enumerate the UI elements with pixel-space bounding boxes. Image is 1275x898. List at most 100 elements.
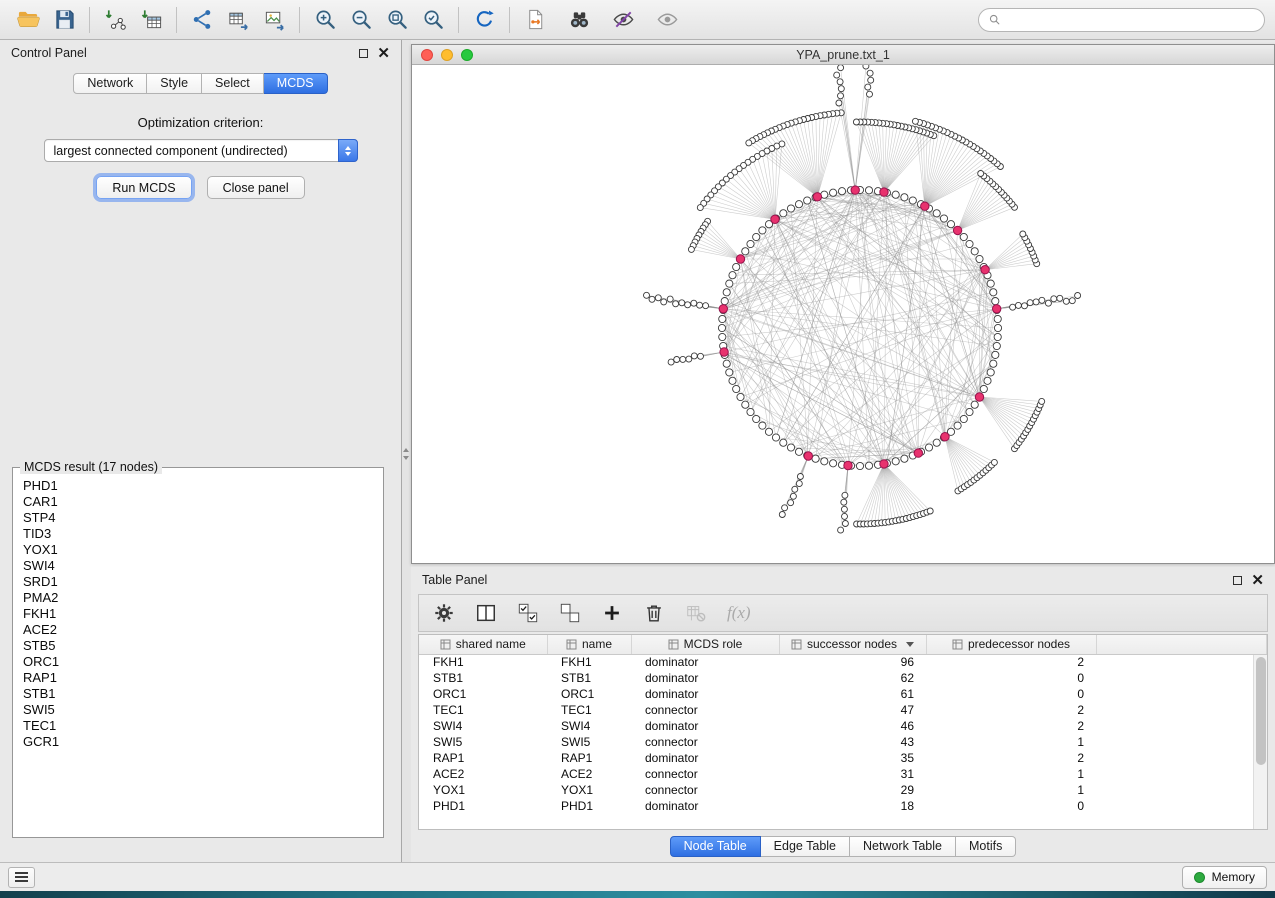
cell-filler[interactable]: [1096, 718, 1267, 734]
cell-shared-name[interactable]: SWI4: [419, 718, 547, 734]
cell-filler[interactable]: [1096, 654, 1267, 670]
mcds-result-item[interactable]: RAP1: [23, 670, 381, 686]
mcds-result-item[interactable]: FKH1: [23, 606, 381, 622]
table-row[interactable]: PHD1PHD1dominator180: [419, 798, 1267, 814]
cell-filler[interactable]: [1096, 734, 1267, 750]
cell-name[interactable]: ACE2: [547, 766, 631, 782]
tab-network-table[interactable]: Network Table: [850, 836, 956, 857]
tab-mcds[interactable]: MCDS: [264, 73, 328, 94]
cell-shared-name[interactable]: FKH1: [419, 654, 547, 670]
minimize-window-icon[interactable]: [441, 49, 453, 61]
mcds-result-item[interactable]: ACE2: [23, 622, 381, 638]
cell-successor-nodes[interactable]: 61: [779, 686, 926, 702]
cell-mcds-role[interactable]: dominator: [631, 718, 779, 734]
close-panel-action-button[interactable]: Close panel: [207, 176, 305, 199]
float-table-panel-button[interactable]: [1233, 576, 1242, 585]
cell-name[interactable]: PHD1: [547, 798, 631, 814]
deselect-all-rows-button[interactable]: [559, 602, 581, 624]
table-row[interactable]: STB1STB1dominator620: [419, 670, 1267, 686]
zoom-out-button[interactable]: [343, 4, 379, 36]
table-row[interactable]: ORC1ORC1dominator610: [419, 686, 1267, 702]
table-row[interactable]: SWI4SWI4dominator462: [419, 718, 1267, 734]
cell-mcds-role[interactable]: connector: [631, 734, 779, 750]
show-graphics-details-button[interactable]: [649, 4, 685, 36]
open-file-button[interactable]: [10, 4, 46, 36]
find-button[interactable]: [561, 4, 597, 36]
cell-filler[interactable]: [1096, 750, 1267, 766]
criterion-select[interactable]: largest connected component (undirected): [44, 139, 358, 162]
cell-successor-nodes[interactable]: 62: [779, 670, 926, 686]
network-window-titlebar[interactable]: YPA_prune.txt_1: [412, 45, 1274, 65]
tab-edge-table[interactable]: Edge Table: [761, 836, 850, 857]
cell-mcds-role[interactable]: dominator: [631, 686, 779, 702]
column-header-mcds-role[interactable]: MCDS role: [631, 635, 779, 654]
vertical-splitter[interactable]: [402, 40, 411, 862]
mcds-result-item[interactable]: CAR1: [23, 494, 381, 510]
show-columns-button[interactable]: [475, 602, 497, 624]
import-network-button[interactable]: [97, 4, 133, 36]
cell-filler[interactable]: [1096, 766, 1267, 782]
mcds-result-item[interactable]: STP4: [23, 510, 381, 526]
cell-successor-nodes[interactable]: 46: [779, 718, 926, 734]
cell-name[interactable]: ORC1: [547, 686, 631, 702]
status-menu-button[interactable]: [8, 867, 35, 888]
cell-mcds-role[interactable]: dominator: [631, 798, 779, 814]
cell-shared-name[interactable]: TEC1: [419, 702, 547, 718]
zoom-fit-button[interactable]: [379, 4, 415, 36]
zoom-in-button[interactable]: [307, 4, 343, 36]
table-row[interactable]: RAP1RAP1dominator352: [419, 750, 1267, 766]
cell-predecessor-nodes[interactable]: 1: [926, 766, 1096, 782]
search-field[interactable]: [978, 8, 1265, 32]
mcds-result-item[interactable]: PMA2: [23, 590, 381, 606]
mcds-result-item[interactable]: YOX1: [23, 542, 381, 558]
cell-mcds-role[interactable]: dominator: [631, 670, 779, 686]
export-image-button[interactable]: [256, 4, 292, 36]
close-panel-button[interactable]: ✕: [377, 49, 390, 58]
table-scrollbar[interactable]: [1253, 655, 1267, 829]
function-builder-button[interactable]: f(x): [727, 603, 751, 623]
maximize-window-icon[interactable]: [461, 49, 473, 61]
cell-name[interactable]: SWI5: [547, 734, 631, 750]
export-document-button[interactable]: [517, 4, 553, 36]
close-window-icon[interactable]: [421, 49, 433, 61]
cell-predecessor-nodes[interactable]: 0: [926, 686, 1096, 702]
mcds-result-list[interactable]: PHD1CAR1STP4TID3YOX1SWI4SRD1PMA2FKH1ACE2…: [23, 478, 381, 835]
save-session-button[interactable]: [46, 4, 82, 36]
cell-shared-name[interactable]: STB1: [419, 670, 547, 686]
cell-successor-nodes[interactable]: 96: [779, 654, 926, 670]
search-input[interactable]: [1006, 13, 1255, 27]
cell-filler[interactable]: [1096, 686, 1267, 702]
cell-name[interactable]: TEC1: [547, 702, 631, 718]
cell-filler[interactable]: [1096, 782, 1267, 798]
cell-successor-nodes[interactable]: 47: [779, 702, 926, 718]
table-row[interactable]: TEC1TEC1connector472: [419, 702, 1267, 718]
import-table-button[interactable]: [133, 4, 169, 36]
cell-mcds-role[interactable]: dominator: [631, 654, 779, 670]
cell-successor-nodes[interactable]: 18: [779, 798, 926, 814]
cell-filler[interactable]: [1096, 702, 1267, 718]
cell-successor-nodes[interactable]: 29: [779, 782, 926, 798]
scrollbar-thumb[interactable]: [1256, 657, 1266, 765]
cell-filler[interactable]: [1096, 670, 1267, 686]
cell-shared-name[interactable]: PHD1: [419, 798, 547, 814]
tab-select[interactable]: Select: [202, 73, 264, 94]
cell-mcds-role[interactable]: connector: [631, 782, 779, 798]
select-all-rows-button[interactable]: [517, 602, 539, 624]
close-table-panel-button[interactable]: ✕: [1251, 576, 1264, 585]
mcds-result-item[interactable]: SWI4: [23, 558, 381, 574]
cell-shared-name[interactable]: YOX1: [419, 782, 547, 798]
memory-button[interactable]: Memory: [1182, 866, 1267, 889]
cell-predecessor-nodes[interactable]: 2: [926, 750, 1096, 766]
column-header-successor-nodes[interactable]: successor nodes: [779, 635, 926, 654]
cell-predecessor-nodes[interactable]: 0: [926, 670, 1096, 686]
hide-graphics-details-button[interactable]: [605, 4, 641, 36]
cell-name[interactable]: RAP1: [547, 750, 631, 766]
mcds-result-item[interactable]: STB1: [23, 686, 381, 702]
zoom-selected-button[interactable]: [415, 4, 451, 36]
cell-predecessor-nodes[interactable]: 1: [926, 782, 1096, 798]
mcds-result-item[interactable]: STB5: [23, 638, 381, 654]
cell-name[interactable]: SWI4: [547, 718, 631, 734]
tab-motifs[interactable]: Motifs: [956, 836, 1016, 857]
cell-predecessor-nodes[interactable]: 0: [926, 798, 1096, 814]
mcds-result-item[interactable]: TID3: [23, 526, 381, 542]
